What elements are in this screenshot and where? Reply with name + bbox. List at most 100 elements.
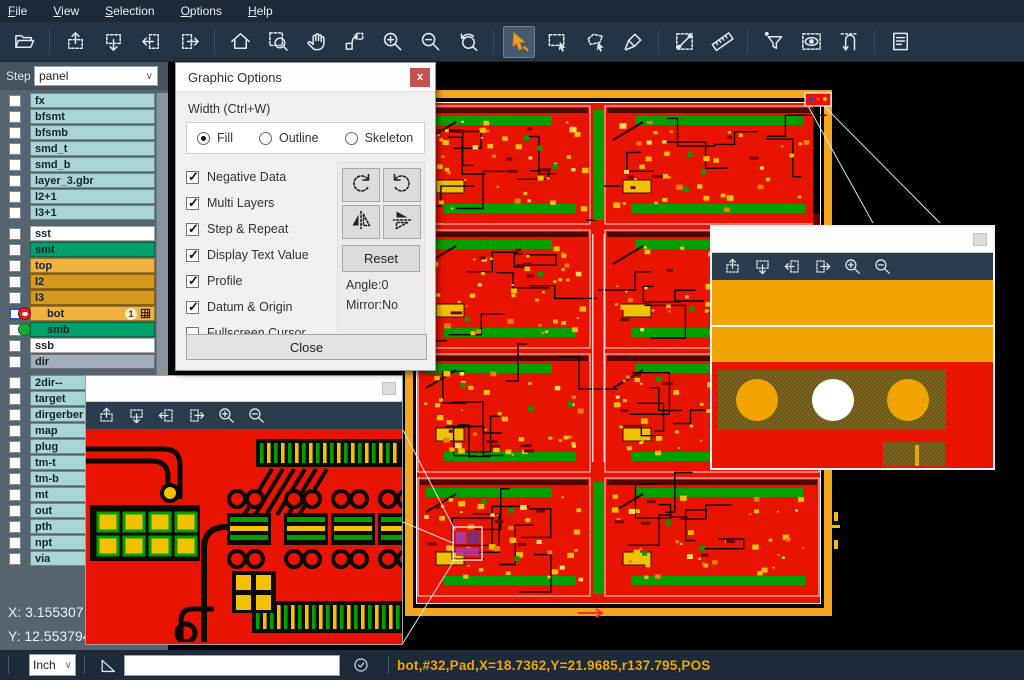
zoom-previous-button[interactable] <box>452 26 484 58</box>
layer-checkbox[interactable] <box>0 489 30 501</box>
layer-row-smd-b[interactable]: smd_b <box>0 157 168 172</box>
layer-row-l2-1[interactable]: l2+1 <box>0 189 168 204</box>
layer-checkbox[interactable] <box>0 393 30 405</box>
rotate-cw-button[interactable] <box>342 168 380 202</box>
layer-checkbox[interactable] <box>0 276 30 288</box>
layer-checkbox[interactable] <box>0 159 30 171</box>
pan-up-button[interactable] <box>720 255 744 279</box>
pan-down-button[interactable] <box>124 404 148 428</box>
pan-up-button[interactable] <box>94 404 118 428</box>
checkbox-profile[interactable]: Profile <box>186 268 337 294</box>
mirror-horizontal-button[interactable] <box>383 205 421 239</box>
layer-checkbox[interactable] <box>0 505 30 517</box>
filter-tool-button[interactable] <box>757 26 789 58</box>
menu-help[interactable]: Help <box>248 4 273 18</box>
pan-up-button[interactable] <box>59 26 91 58</box>
step-select[interactable]: panel ∨ <box>34 66 158 86</box>
checkbox-multi-layers[interactable]: Multi Layers <box>186 190 337 216</box>
pan-left-button[interactable] <box>135 26 167 58</box>
layer-row-l2[interactable]: l2 <box>0 274 168 289</box>
dialog-titlebar[interactable]: Graphic Options x <box>176 63 435 92</box>
menu-view[interactable]: View <box>53 4 79 18</box>
checkbox-display-text-value[interactable]: Display Text Value <box>186 242 337 268</box>
checkbox-negative-data[interactable]: Negative Data <box>186 164 337 190</box>
layer-row-l3[interactable]: l3 <box>0 290 168 305</box>
layer-checkbox[interactable] <box>0 207 30 219</box>
zoom-window-left[interactable] <box>85 375 403 645</box>
sync-icon[interactable] <box>352 656 370 674</box>
zoom-window-right-content[interactable] <box>712 280 993 466</box>
pan-right-button[interactable] <box>810 255 834 279</box>
layer-checkbox[interactable] <box>0 260 30 272</box>
layer-checkbox[interactable] <box>0 111 30 123</box>
layer-checkbox[interactable] <box>0 95 30 107</box>
measure-tool-button[interactable] <box>668 26 700 58</box>
zoom-window-button[interactable] <box>262 26 294 58</box>
report-tool-button[interactable] <box>884 26 916 58</box>
layer-row-dir[interactable]: dir <box>0 354 168 369</box>
layer-checkbox[interactable] <box>0 457 30 469</box>
rect-select-button[interactable] <box>541 26 573 58</box>
checkbox-step-repeat[interactable]: Step & Repeat <box>186 216 337 242</box>
layer-checkbox[interactable] <box>0 521 30 533</box>
polygon-select-button[interactable] <box>579 26 611 58</box>
corner-snap-icon[interactable] <box>99 656 118 675</box>
pan-left-button[interactable] <box>780 255 804 279</box>
layer-row-fx[interactable]: fx <box>0 93 168 108</box>
zoom-out-button[interactable] <box>414 26 446 58</box>
checkbox-datum-origin[interactable]: Datum & Origin <box>186 294 337 320</box>
zoom-home-button[interactable] <box>224 26 256 58</box>
layer-row-sst[interactable]: sst <box>0 226 168 241</box>
pan-down-button[interactable] <box>97 26 129 58</box>
drag-view-button[interactable] <box>338 26 370 58</box>
layer-checkbox[interactable] <box>0 537 30 549</box>
menu-file[interactable]: File <box>8 4 27 18</box>
layer-checkbox[interactable] <box>0 473 30 485</box>
zoom-window-left-content[interactable] <box>86 429 402 642</box>
layer-checkbox[interactable] <box>0 175 30 187</box>
layer-row-smd-t[interactable]: smd_t <box>0 141 168 156</box>
layer-row-bfsmb[interactable]: bfsmb <box>0 125 168 140</box>
menu-options[interactable]: Options <box>181 4 222 18</box>
radio-fill[interactable]: Fill <box>197 131 233 145</box>
select-tool-button[interactable] <box>503 26 535 58</box>
layer-row-ssb[interactable]: ssb <box>0 338 168 353</box>
zoom-in-button[interactable] <box>840 255 864 279</box>
layer-checkbox[interactable] <box>0 143 30 155</box>
zoom-in-button[interactable] <box>376 26 408 58</box>
zoom-out-button[interactable] <box>244 404 268 428</box>
reset-button[interactable]: Reset <box>342 245 420 272</box>
zoom-in-button[interactable] <box>214 404 238 428</box>
zoom-window-right[interactable] <box>710 225 995 470</box>
close-button[interactable]: Close <box>186 334 427 360</box>
command-input[interactable] <box>124 655 340 676</box>
ruler-tool-button[interactable] <box>706 26 738 58</box>
zoom-window-left-titlebar[interactable] <box>86 376 402 402</box>
layer-checkbox[interactable] <box>0 228 30 240</box>
layer-checkbox[interactable] <box>0 553 30 565</box>
unit-select[interactable]: Inch ∨ <box>29 654 76 676</box>
layer-checkbox[interactable] <box>0 244 30 256</box>
radio-outline[interactable]: Outline <box>259 131 319 145</box>
window-button[interactable] <box>973 233 987 246</box>
layer-checkbox[interactable] <box>0 127 30 139</box>
layer-row-bfsmt[interactable]: bfsmt <box>0 109 168 124</box>
view-options-button[interactable] <box>795 26 827 58</box>
layer-row-smb[interactable]: smb <box>0 322 168 337</box>
menu-selection[interactable]: Selection <box>105 4 154 18</box>
zoom-window-right-titlebar[interactable] <box>712 227 993 253</box>
snap-tool-button[interactable] <box>833 26 865 58</box>
pan-hand-button[interactable] <box>300 26 332 58</box>
layer-checkbox[interactable] <box>0 340 30 352</box>
radio-skeleton[interactable]: Skeleton <box>345 131 414 145</box>
layer-row-bot[interactable]: bot1 <box>0 306 168 321</box>
layer-row-smt[interactable]: smt <box>0 242 168 257</box>
pan-right-button[interactable] <box>184 404 208 428</box>
pan-down-button[interactable] <box>750 255 774 279</box>
layer-checkbox[interactable] <box>0 292 30 304</box>
brush-tool-button[interactable] <box>617 26 649 58</box>
layer-checkbox[interactable] <box>0 441 30 453</box>
open-file-button[interactable] <box>8 26 40 58</box>
layer-checkbox[interactable] <box>0 425 30 437</box>
pan-right-button[interactable] <box>173 26 205 58</box>
